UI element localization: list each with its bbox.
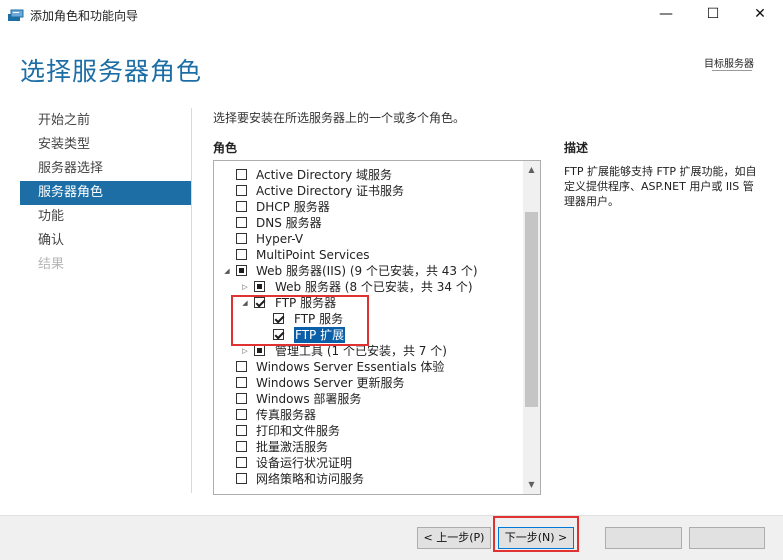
role-checkbox[interactable] bbox=[254, 345, 265, 356]
role-row[interactable]: ▷ Web 服务器 (8 个已安装，共 34 个) bbox=[214, 279, 522, 295]
role-checkbox[interactable] bbox=[236, 441, 247, 452]
role-row[interactable]: Windows 部署服务 bbox=[214, 391, 522, 407]
role-checkbox[interactable] bbox=[236, 361, 247, 372]
role-label: Hyper-V bbox=[256, 232, 304, 246]
role-checkbox[interactable] bbox=[236, 393, 247, 404]
instruction-text: 选择要安装在所选服务器上的一个或多个角色。 bbox=[213, 111, 466, 125]
role-row[interactable]: 网络策略和访问服务 bbox=[214, 471, 522, 487]
role-label: Windows Server 更新服务 bbox=[256, 376, 405, 390]
role-checkbox[interactable] bbox=[254, 281, 265, 292]
role-label: 传真服务器 bbox=[256, 408, 317, 422]
nav-item-confirmation[interactable]: 确认 bbox=[20, 229, 191, 253]
role-checkbox[interactable] bbox=[236, 233, 247, 244]
role-row[interactable]: DNS 服务器 bbox=[214, 215, 522, 231]
nav-item-server-roles[interactable]: 服务器角色 bbox=[20, 181, 191, 205]
role-label: FTP 服务器 bbox=[275, 296, 337, 310]
role-row[interactable]: ◢ FTP 服务器 bbox=[214, 295, 522, 311]
scroll-up-arrow-icon[interactable]: ▲ bbox=[523, 163, 540, 177]
role-label: DHCP 服务器 bbox=[256, 200, 330, 214]
role-checkbox[interactable] bbox=[236, 425, 247, 436]
nav-item-server-selection[interactable]: 服务器选择 bbox=[20, 157, 191, 181]
expanded-arrow-icon[interactable]: ◢ bbox=[222, 263, 232, 279]
cancel-button[interactable] bbox=[689, 527, 765, 549]
install-button[interactable] bbox=[605, 527, 682, 549]
role-row[interactable]: Windows Server Essentials 体验 bbox=[214, 359, 522, 375]
role-label: 设备运行状况证明 bbox=[256, 456, 353, 470]
wizard-nav: 开始之前 安装类型 服务器选择 服务器角色 功能 确认 结果 bbox=[20, 109, 191, 277]
role-label: 批量激活服务 bbox=[256, 440, 329, 454]
role-row[interactable]: Active Directory 域服务 bbox=[214, 167, 522, 183]
nav-item-installation-type[interactable]: 安装类型 bbox=[20, 133, 191, 157]
role-checkbox[interactable] bbox=[236, 265, 247, 276]
role-checkbox[interactable] bbox=[254, 297, 265, 308]
role-row[interactable]: ▷ 管理工具 (1 个已安装，共 7 个) bbox=[214, 343, 522, 359]
role-label: DNS 服务器 bbox=[256, 216, 322, 230]
role-checkbox[interactable] bbox=[236, 249, 247, 260]
role-label: 打印和文件服务 bbox=[256, 424, 341, 438]
expanded-arrow-icon[interactable]: ◢ bbox=[240, 295, 250, 311]
nav-item-before-you-begin[interactable]: 开始之前 bbox=[20, 109, 191, 133]
nav-item-results: 结果 bbox=[38, 257, 65, 272]
window-title: 添加角色和功能向导 bbox=[30, 9, 139, 23]
minimize-button[interactable]: — bbox=[643, 0, 689, 30]
role-checkbox[interactable] bbox=[273, 329, 284, 340]
target-server-label: 目标服务器 bbox=[704, 59, 754, 70]
role-row[interactable]: Hyper-V bbox=[214, 231, 522, 247]
role-row[interactable]: Active Directory 证书服务 bbox=[214, 183, 522, 199]
collapsed-arrow-icon[interactable]: ▷ bbox=[240, 279, 250, 295]
scrollbar-thumb[interactable] bbox=[525, 212, 538, 407]
role-checkbox[interactable] bbox=[236, 457, 247, 468]
role-row[interactable]: FTP 服务 bbox=[214, 311, 522, 327]
role-label: FTP 服务 bbox=[294, 312, 344, 326]
role-label: 管理工具 (1 个已安装，共 7 个) bbox=[275, 344, 447, 358]
previous-button[interactable]: < 上一步(P) bbox=[417, 527, 491, 549]
role-row[interactable]: FTP 扩展 bbox=[214, 327, 522, 343]
role-checkbox[interactable] bbox=[236, 217, 247, 228]
description-text: FTP 扩展能够支持 FTP 扩展功能，如自定义提供程序、ASP.NET 用户或… bbox=[564, 165, 757, 208]
role-checkbox[interactable] bbox=[236, 201, 247, 212]
role-row[interactable]: ◢ Web 服务器(IIS) (9 个已安装，共 43 个) bbox=[214, 263, 522, 279]
roles-tree[interactable]: Active Directory 域服务 Active Directory 证书服… bbox=[213, 160, 541, 495]
role-label: FTP 扩展 bbox=[294, 327, 346, 343]
nav-item-features[interactable]: 功能 bbox=[20, 205, 191, 229]
role-label: Web 服务器(IIS) (9 个已安装，共 43 个) bbox=[256, 264, 478, 278]
scroll-down-arrow-icon[interactable]: ▼ bbox=[523, 478, 540, 492]
page-title: 选择服务器角色 bbox=[20, 57, 203, 86]
role-label: 网络策略和访问服务 bbox=[256, 472, 365, 486]
role-row[interactable]: MultiPoint Services bbox=[214, 247, 522, 263]
role-checkbox[interactable] bbox=[273, 313, 284, 324]
server-manager-icon bbox=[8, 9, 24, 21]
role-row[interactable]: DHCP 服务器 bbox=[214, 199, 522, 215]
next-button[interactable]: 下一步(N) > bbox=[498, 527, 574, 549]
role-row[interactable]: 传真服务器 bbox=[214, 407, 522, 423]
role-checkbox[interactable] bbox=[236, 185, 247, 196]
target-server-value bbox=[712, 70, 752, 72]
role-label: Active Directory 域服务 bbox=[256, 168, 393, 182]
description-heading: 描述 bbox=[564, 141, 589, 155]
collapsed-arrow-icon[interactable]: ▷ bbox=[240, 343, 250, 359]
role-label: MultiPoint Services bbox=[256, 248, 370, 262]
maximize-button[interactable]: ☐ bbox=[690, 0, 736, 30]
role-checkbox[interactable] bbox=[236, 377, 247, 388]
nav-divider bbox=[191, 108, 192, 493]
role-label: Windows Server Essentials 体验 bbox=[256, 360, 445, 374]
roles-heading: 角色 bbox=[213, 141, 238, 155]
role-row[interactable]: 批量激活服务 bbox=[214, 439, 522, 455]
role-row[interactable]: 设备运行状况证明 bbox=[214, 455, 522, 471]
role-row[interactable]: 打印和文件服务 bbox=[214, 423, 522, 439]
roles-scrollbar[interactable]: ▲ ▼ bbox=[523, 161, 540, 494]
title-bar: 添加角色和功能向导 — ☐ ✕ bbox=[0, 0, 783, 30]
role-label: Windows 部署服务 bbox=[256, 392, 362, 406]
role-label: Active Directory 证书服务 bbox=[256, 184, 405, 198]
close-button[interactable]: ✕ bbox=[737, 0, 783, 30]
role-label: Web 服务器 (8 个已安装，共 34 个) bbox=[275, 280, 473, 294]
role-checkbox[interactable] bbox=[236, 473, 247, 484]
role-checkbox[interactable] bbox=[236, 409, 247, 420]
role-checkbox[interactable] bbox=[236, 169, 247, 180]
role-row[interactable]: Windows Server 更新服务 bbox=[214, 375, 522, 391]
